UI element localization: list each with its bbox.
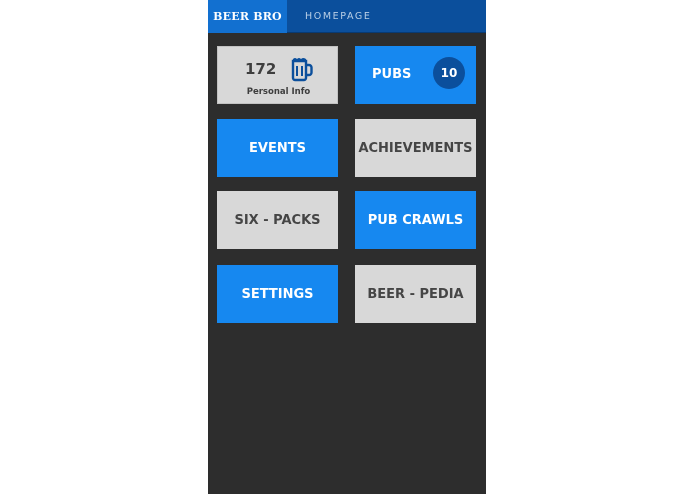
top-bar: BEER BRO HOMEPAGE bbox=[208, 0, 486, 33]
app-screen: BEER BRO HOMEPAGE 172 Personal Info PUBS… bbox=[208, 0, 486, 494]
achievements-label: ACHIEVEMENTS bbox=[358, 140, 473, 156]
personal-info-tile[interactable]: 172 Personal Info bbox=[217, 46, 338, 104]
settings-tile[interactable]: SETTINGS bbox=[217, 265, 338, 323]
beer-mug-icon bbox=[290, 56, 314, 82]
personal-info-label: Personal Info bbox=[246, 87, 311, 97]
beer-count: 172 bbox=[245, 60, 277, 78]
settings-label: SETTINGS bbox=[241, 286, 314, 302]
beer-pedia-label: BEER - PEDIA bbox=[367, 286, 464, 302]
pub-crawls-tile[interactable]: PUB CRAWLS bbox=[355, 191, 476, 249]
six-packs-label: SIX - PACKS bbox=[234, 212, 321, 228]
pub-crawls-label: PUB CRAWLS bbox=[367, 212, 464, 228]
brand-logo[interactable]: BEER BRO bbox=[208, 0, 287, 33]
pubs-label: PUBS bbox=[372, 67, 412, 82]
events-tile[interactable]: EVENTS bbox=[217, 119, 338, 177]
six-packs-tile[interactable]: SIX - PACKS bbox=[217, 191, 338, 249]
page-title: HOMEPAGE bbox=[305, 11, 372, 22]
events-label: EVENTS bbox=[249, 140, 306, 156]
pubs-count-badge: 10 bbox=[433, 57, 465, 89]
achievements-tile[interactable]: ACHIEVEMENTS bbox=[355, 119, 476, 177]
pubs-tile[interactable]: PUBS 10 bbox=[355, 46, 476, 104]
beer-pedia-tile[interactable]: BEER - PEDIA bbox=[355, 265, 476, 323]
